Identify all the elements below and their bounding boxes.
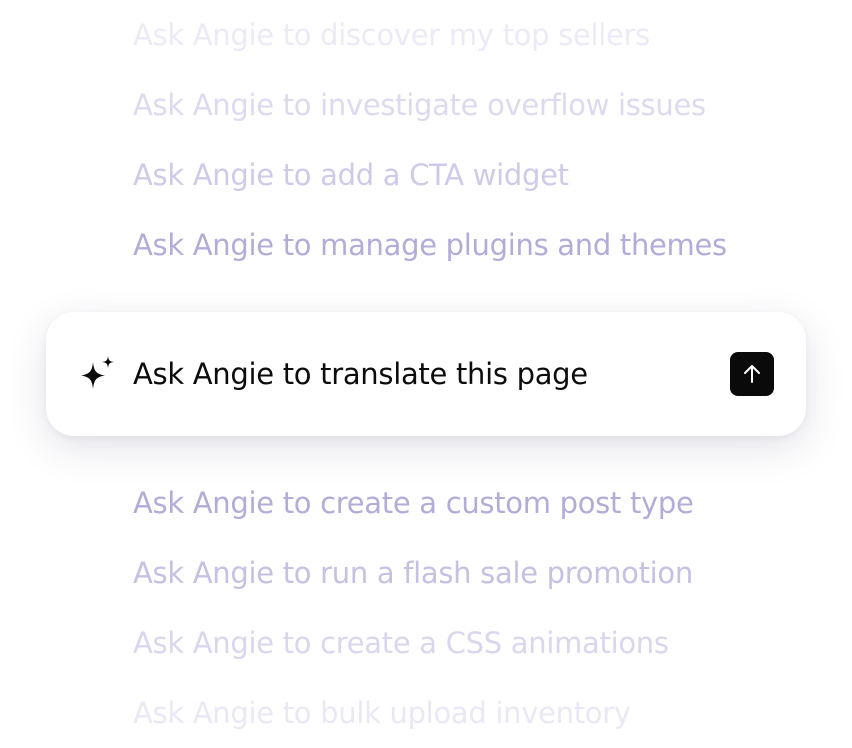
prompt-text[interactable]: Ask Angie to translate this page <box>133 354 588 394</box>
send-button[interactable] <box>730 352 774 396</box>
suggestion-item[interactable]: Ask Angie to discover my top sellers <box>133 15 650 55</box>
prompt-card[interactable]: Ask Angie to translate this page <box>46 312 806 436</box>
suggestion-item[interactable]: Ask Angie to add a CTA widget <box>133 155 569 195</box>
suggestion-item[interactable]: Ask Angie to create a custom post type <box>133 483 694 523</box>
sparkle-icon <box>78 354 116 392</box>
suggestion-item[interactable]: Ask Angie to manage plugins and themes <box>133 225 727 265</box>
arrow-up-icon <box>744 365 760 383</box>
suggestion-item[interactable]: Ask Angie to investigate overflow issues <box>133 85 706 125</box>
suggestion-item[interactable]: Ask Angie to run a flash sale promotion <box>133 553 693 593</box>
suggestion-item[interactable]: Ask Angie to create a CSS animations <box>133 623 669 663</box>
suggestion-item[interactable]: Ask Angie to bulk upload inventory <box>133 693 631 733</box>
